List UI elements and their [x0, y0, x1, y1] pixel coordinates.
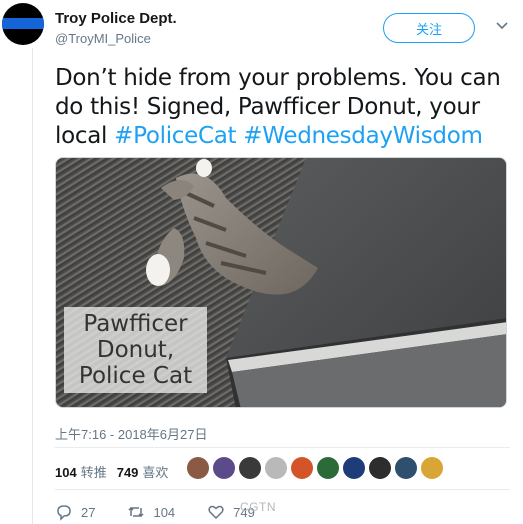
reply-count: 27: [81, 504, 96, 520]
retweet-button[interactable]: 104: [127, 503, 175, 521]
retweet-stat[interactable]: 104 转推: [55, 462, 107, 481]
retweet-icon: [128, 506, 144, 518]
hashtag-wednesdaywisdom[interactable]: #WednesdayWisdom: [243, 123, 483, 149]
reply-icon: [57, 505, 71, 521]
follow-button[interactable]: 关注: [383, 13, 475, 43]
watermark: CGTN: [240, 500, 276, 514]
retweet-stat-count: 104: [55, 465, 77, 480]
tweet-photo[interactable]: Pawfficer Donut, Police Cat: [55, 157, 507, 408]
like-stat[interactable]: 749 喜欢: [117, 462, 169, 481]
liker-avatar[interactable]: [343, 457, 365, 479]
like-stat-count: 749: [116, 465, 139, 480]
thin-blue-line-stripe: [2, 18, 44, 29]
liker-avatar[interactable]: [317, 457, 339, 479]
image-caption-box: Pawfficer Donut, Police Cat: [64, 307, 207, 393]
liker-avatar[interactable]: [369, 457, 391, 479]
liker-avatars: [187, 457, 443, 479]
liker-avatar[interactable]: [213, 457, 235, 479]
tweet-timestamp[interactable]: 上午7:16 - 2018年6月27日: [55, 424, 207, 443]
retweet-count: 104: [153, 504, 176, 520]
account-handle[interactable]: @TroyMI_Police: [55, 31, 151, 46]
caption-line-1: Pawfficer: [83, 311, 188, 337]
divider: [55, 489, 510, 490]
tweet-stats: 104 转推 749 喜欢: [55, 462, 168, 481]
chevron-down-icon[interactable]: [495, 18, 509, 32]
liker-avatar[interactable]: [265, 457, 287, 479]
account-name[interactable]: Troy Police Dept.: [55, 10, 177, 27]
caption-line-3: Police Cat: [78, 363, 193, 389]
liker-avatar[interactable]: [187, 457, 209, 479]
hashtag-policecat[interactable]: #PoliceCat: [114, 123, 236, 149]
thread-line: [32, 48, 33, 524]
divider: [55, 447, 510, 448]
retweet-stat-label: 转推: [80, 465, 107, 480]
liker-avatar[interactable]: [421, 457, 443, 479]
heart-icon: [208, 505, 224, 520]
avatar[interactable]: [2, 3, 44, 45]
liker-avatar[interactable]: [395, 457, 417, 479]
reply-button[interactable]: 27: [55, 503, 95, 521]
like-stat-label: 喜欢: [142, 465, 169, 480]
caption-line-2: Donut,: [96, 337, 175, 363]
liker-avatar[interactable]: [239, 457, 261, 479]
liker-avatar[interactable]: [291, 457, 313, 479]
tweet-text: Don’t hide from your problems. You can d…: [55, 64, 510, 151]
